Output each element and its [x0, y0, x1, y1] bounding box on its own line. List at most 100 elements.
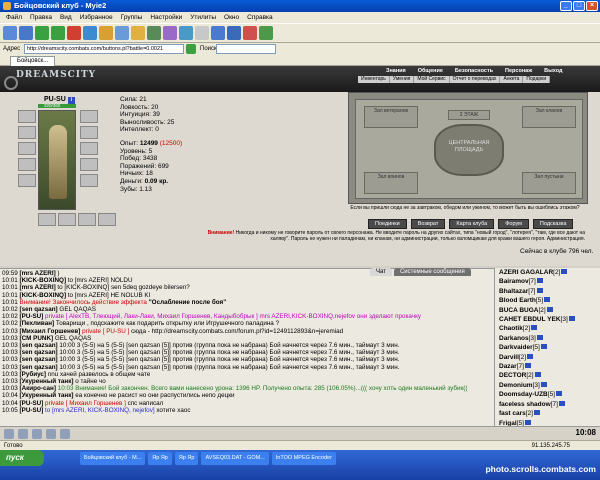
user-list-item[interactable]: Darkvaider[5]: [495, 343, 600, 352]
new-window-icon[interactable]: [3, 26, 17, 40]
map-central-square[interactable]: ЦЕНТРАЛЬНАЯ ПЛОЩАДЬ: [434, 124, 504, 176]
tools-icon[interactable]: [259, 26, 273, 40]
chat-timestamp[interactable]: 10:04: [2, 400, 18, 407]
user-list-item[interactable]: Blood Earth[5]: [495, 296, 600, 305]
equip-slot-gloves[interactable]: [80, 126, 98, 139]
hint-button[interactable]: Подсказка: [532, 219, 574, 229]
club-map-button[interactable]: Карта клуба: [449, 219, 495, 229]
equip-slot-ring[interactable]: [80, 158, 98, 171]
user-list-item[interactable]: Demonium[3]: [495, 381, 600, 390]
user-list-item[interactable]: Bairamov[7]: [495, 277, 600, 286]
user-name[interactable]: Bairamov: [499, 278, 529, 285]
chat-timestamp[interactable]: 10:01: [2, 299, 18, 306]
chat-timestamp[interactable]: 10:03: [2, 342, 18, 349]
user-list-item[interactable]: Bhaltazar[7]: [495, 287, 600, 296]
inventory-slot-3[interactable]: [78, 213, 96, 226]
chat-timestamp[interactable]: 10:02: [2, 320, 18, 327]
chat-author[interactable]: [PU-SU]: [20, 400, 44, 407]
chat-author[interactable]: [sen qazsan]: [20, 342, 58, 349]
user-list-item[interactable]: faceless shadow[7]: [495, 400, 600, 409]
chat-timestamp[interactable]: 10:03: [2, 364, 18, 371]
user-name[interactable]: faceless shadow: [499, 401, 551, 408]
user-list-item[interactable]: BUCA BUGA[2]: [495, 306, 600, 315]
nav-knowledge[interactable]: Знания: [380, 68, 412, 75]
map-room-warriors[interactable]: Зал воинов: [364, 172, 418, 194]
window-titlebar[interactable]: Бойцовский клуб - Myie2 _ □ ×: [0, 0, 600, 12]
user-name[interactable]: Dazar: [499, 363, 517, 370]
chat-author[interactable]: [Укуренный танк]: [20, 392, 74, 399]
nav-character[interactable]: Персонаж: [499, 68, 538, 75]
send-icon[interactable]: [18, 429, 28, 439]
chat-author[interactable]: [KICK-BOXINQ]: [20, 277, 67, 284]
nav-communication[interactable]: Общение: [412, 68, 449, 75]
return-button[interactable]: Возврат: [410, 219, 446, 229]
chat-timestamp[interactable]: 10:03: [2, 385, 18, 392]
equip-slot-shield[interactable]: [80, 142, 98, 155]
user-name[interactable]: AZERI GAGALAR: [499, 269, 553, 276]
task-combats[interactable]: Бойцовский клуб - M...: [80, 452, 146, 465]
chat-author[interactable]: [sen qazsan]: [20, 364, 58, 371]
user-list-item[interactable]: Frigal[5]: [495, 419, 600, 426]
menu-window[interactable]: Окно: [224, 12, 239, 23]
chat-author[interactable]: [Акиро-сан]: [20, 385, 56, 392]
menu-view[interactable]: Вид: [60, 12, 72, 23]
stop-icon[interactable]: [67, 26, 81, 40]
chat-timestamp[interactable]: 10:04: [2, 392, 18, 399]
chat-log[interactable]: 09:59 [mrs AZERI] ) 10:01 [KICK-BOXINQ] t…: [0, 268, 494, 426]
chat-author[interactable]: [KICK-BOXINQ]: [20, 292, 67, 299]
clear-icon[interactable]: [60, 429, 70, 439]
chat-timestamp[interactable]: 10:03: [2, 328, 18, 335]
user-list[interactable]: AZERI GAGALAR[2] Bairamov[7] Bhaltazar[7] B…: [494, 268, 600, 426]
chat-timestamp[interactable]: 10:02: [2, 313, 18, 320]
map-room-clans[interactable]: Зал кланов: [522, 106, 576, 128]
chat-timestamp[interactable]: 10:01: [2, 277, 18, 284]
user-name[interactable]: fast cars: [499, 410, 526, 417]
menu-edit[interactable]: Правка: [30, 12, 52, 23]
nav-profile[interactable]: Анкета: [500, 76, 524, 83]
forward-icon[interactable]: [51, 26, 65, 40]
tab-chat[interactable]: Чат: [370, 268, 392, 276]
chat-author[interactable]: [Пехливан]: [20, 320, 55, 327]
maximize-button[interactable]: □: [573, 1, 585, 11]
user-info-icon[interactable]: [534, 372, 541, 378]
forum-button[interactable]: Форум: [498, 219, 529, 229]
task-gom[interactable]: AVSEQ03.DAT - GOM...: [201, 452, 269, 465]
user-name[interactable]: DECTOR: [499, 372, 526, 379]
equip-slot-earring[interactable]: [80, 110, 98, 123]
equip-slot-weapon[interactable]: [18, 142, 36, 155]
chat-timestamp[interactable]: 10:03: [2, 335, 18, 342]
chat-author[interactable]: [mrs AZERI]: [20, 270, 56, 277]
user-list-item[interactable]: Chaotik[2]: [495, 324, 600, 333]
user-name[interactable]: CAHET EBDUL YEK: [499, 316, 561, 323]
nav-transfer-report[interactable]: Отчет о переводах: [450, 76, 501, 83]
refresh-icon[interactable]: [83, 26, 97, 40]
nav-gifts[interactable]: Подарки: [523, 76, 551, 83]
user-list-item[interactable]: Dazar[7]: [495, 362, 600, 371]
smiley-icon[interactable]: [32, 429, 42, 439]
chat-timestamp[interactable]: 10:03: [2, 349, 18, 356]
user-list-item[interactable]: Darvill[2]: [495, 353, 600, 362]
chat-author[interactable]: [PU-SU]: [20, 313, 44, 320]
menu-groups[interactable]: Группы: [121, 12, 143, 23]
user-info-icon[interactable]: [531, 325, 538, 331]
user-info-icon[interactable]: [561, 269, 568, 274]
tab-system-messages[interactable]: Системные сообщения: [393, 268, 471, 276]
print-icon[interactable]: [179, 26, 193, 40]
user-info-icon[interactable]: [546, 306, 553, 312]
equip-slot-boots[interactable]: [80, 174, 98, 187]
chat-author[interactable]: [sen qazsan]: [20, 349, 58, 356]
chat-timestamp[interactable]: 10:03: [2, 371, 18, 378]
nav-my-service[interactable]: Мой Сервис: [414, 76, 450, 83]
chat-author[interactable]: [CM PUNK]: [20, 335, 54, 342]
back-icon[interactable]: [35, 26, 49, 40]
chat-author[interactable]: [mrs AZERI]: [20, 284, 56, 291]
user-info-icon[interactable]: [558, 400, 565, 406]
close-button[interactable]: ×: [586, 1, 598, 11]
user-list-item[interactable]: Doomsday-UZB[5]: [495, 390, 600, 399]
chat-author[interactable]: [Рубиус]: [20, 371, 47, 378]
chat-input-field[interactable]: [4, 429, 14, 439]
favorites-icon[interactable]: [131, 26, 145, 40]
user-info-icon[interactable]: [544, 297, 551, 303]
user-name[interactable]: Bhaltazar: [499, 288, 528, 295]
inventory-slot-1[interactable]: [38, 213, 56, 226]
